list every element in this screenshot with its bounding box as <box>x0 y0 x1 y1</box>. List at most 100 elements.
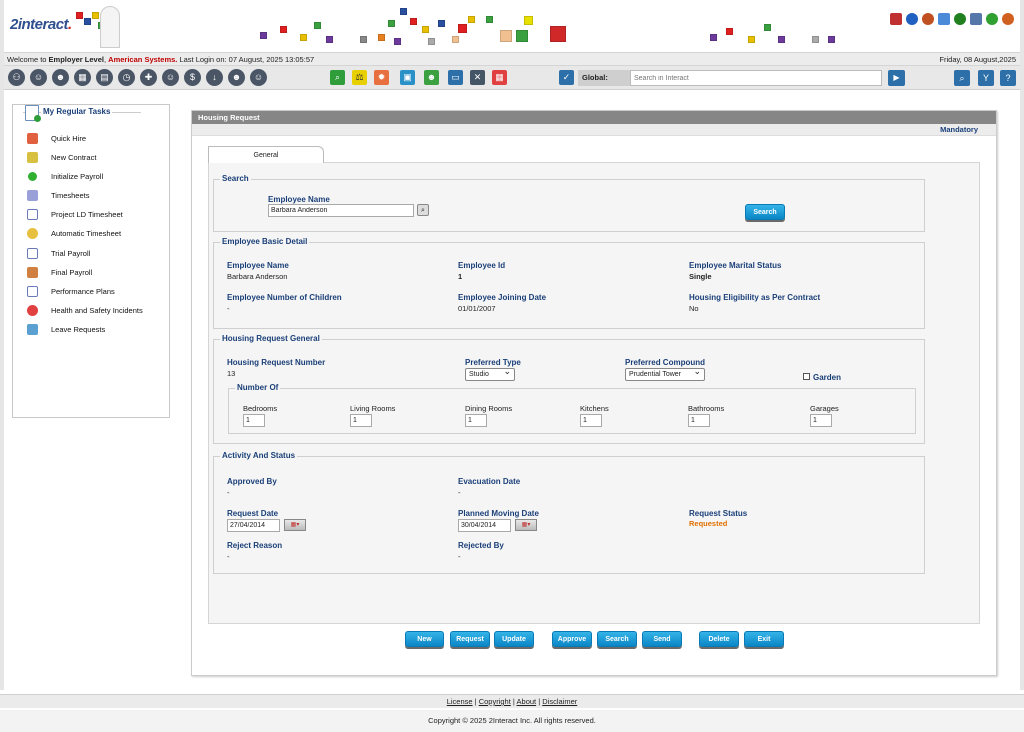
main-toolbar: ⚇ ☺ ☻ ▦ ▤ ◷ ✚ ☺ $ ↓ ☻ ☺ ⌕ ⚖ ✹ ▣ ☻ ▭ ✕ ▦ … <box>4 66 1020 90</box>
search-button[interactable]: Search <box>597 631 637 647</box>
grid-icon[interactable]: ▦ <box>492 70 507 85</box>
tasks-clipboard-icon <box>25 105 41 122</box>
filter-icon[interactable]: Y <box>978 70 994 86</box>
people-icon[interactable]: ☺ <box>30 69 47 86</box>
user-icon[interactable] <box>922 13 934 25</box>
request-status-label: Request Status <box>689 509 748 518</box>
mail-icon[interactable] <box>938 13 950 25</box>
medical-icon[interactable]: ✚ <box>140 69 157 86</box>
company-name: American Systems. <box>108 55 178 64</box>
tools-icon[interactable]: ✕ <box>470 70 485 85</box>
about-link[interactable]: About <box>517 697 537 706</box>
logout-icon[interactable] <box>1002 13 1014 25</box>
delete-button[interactable]: Delete <box>699 631 739 647</box>
kitchens-label: Kitchens <box>580 404 609 413</box>
tab-general[interactable]: General <box>208 146 324 163</box>
calendar-icon[interactable]: ▦ <box>74 69 91 86</box>
preferred-compound-select[interactable]: Prudential Tower <box>625 366 705 381</box>
request-date-input[interactable] <box>227 519 280 532</box>
user-add-icon[interactable]: ☻ <box>424 70 439 85</box>
task-timesheets[interactable]: Timesheets <box>27 190 167 202</box>
logo-head-silhouette <box>100 6 120 48</box>
garden-checkbox[interactable] <box>803 373 810 380</box>
global-search-input[interactable] <box>630 70 882 86</box>
request-number-value: 13 <box>227 369 236 378</box>
banner-square <box>524 16 533 25</box>
task-final-payroll[interactable]: Final Payroll <box>27 267 167 279</box>
globe-icon[interactable] <box>954 13 966 25</box>
page-border-right <box>1020 0 1024 690</box>
family-icon[interactable]: ☺ <box>162 69 179 86</box>
employee-icon[interactable]: ☻ <box>52 69 69 86</box>
global-search-checkbox[interactable]: ✓ <box>559 70 574 85</box>
computer-icon[interactable] <box>970 13 982 25</box>
info-icon[interactable]: ? <box>1000 70 1016 86</box>
org-chart-icon[interactable]: ⚇ <box>8 69 25 86</box>
bathrooms-label: Bathrooms <box>688 404 725 413</box>
task-leave-requests[interactable]: Leave Requests <box>27 324 167 336</box>
id-card-icon[interactable]: ▤ <box>96 69 113 86</box>
download-icon[interactable]: ↓ <box>206 69 223 86</box>
moving-date-calendar-icon[interactable]: ▦▾ <box>515 519 537 531</box>
search-employee-name-label: Employee Name <box>268 195 330 204</box>
task-project-ld-timesheet[interactable]: Project LD Timesheet <box>27 209 167 221</box>
scales-icon[interactable]: ⚖ <box>352 70 367 85</box>
bedrooms-input[interactable] <box>243 414 265 427</box>
task-health-safety[interactable]: Health and Safety Incidents <box>27 305 167 317</box>
task-automatic-timesheet[interactable]: Automatic Timesheet <box>27 228 167 240</box>
housing-request-panel: Housing Request Mandatory General Search… <box>191 110 997 676</box>
request-button[interactable]: Request <box>450 631 490 647</box>
search-tool-icon[interactable]: ⌕ <box>330 70 345 85</box>
task-new-contract[interactable]: New Contract <box>27 152 167 164</box>
exit-button[interactable]: Exit <box>744 631 784 647</box>
help-icon[interactable] <box>986 13 998 25</box>
leave-requests-icon <box>27 324 38 335</box>
home-icon[interactable] <box>890 13 902 25</box>
task-performance-plans[interactable]: Performance Plans <box>27 286 167 298</box>
search-employee-name-input[interactable] <box>268 204 414 217</box>
app-logo[interactable]: 2interact. <box>10 16 72 33</box>
payroll-icon[interactable]: $ <box>184 69 201 86</box>
user-settings-icon[interactable]: ☺ <box>250 69 267 86</box>
attendance-icon[interactable]: ◷ <box>118 69 135 86</box>
banner-square <box>300 34 307 41</box>
bathrooms-input[interactable] <box>688 414 710 427</box>
garages-input[interactable] <box>810 414 832 427</box>
task-initialize-payroll[interactable]: Initialize Payroll <box>27 171 167 183</box>
print-icon[interactable]: ▣ <box>400 70 415 85</box>
employee-search-button[interactable]: Search <box>745 204 785 220</box>
global-search-go-button[interactable]: ▶ <box>888 70 905 86</box>
living-rooms-input[interactable] <box>350 414 372 427</box>
welcome-bar: Welcome to Employer Level, American Syst… <box>4 52 1020 66</box>
preferred-type-select[interactable]: Studio <box>465 366 515 381</box>
banner-square <box>394 38 401 45</box>
refresh-icon[interactable] <box>906 13 918 25</box>
update-button[interactable]: Update <box>494 631 534 647</box>
planned-moving-date-label: Planned Moving Date <box>458 509 539 518</box>
presentation-icon[interactable]: ▭ <box>448 70 463 85</box>
banner-square <box>314 22 321 29</box>
banner-square <box>710 34 717 41</box>
banner-square <box>260 32 267 39</box>
task-trial-payroll[interactable]: Trial Payroll <box>27 248 167 260</box>
team-icon[interactable]: ☻ <box>228 69 245 86</box>
send-button[interactable]: Send <box>642 631 682 647</box>
initialize-payroll-icon <box>28 172 37 181</box>
zoom-icon[interactable]: ⌕ <box>954 70 970 86</box>
planned-moving-date-input[interactable] <box>458 519 511 532</box>
footer-links: License | Copyright | About | Disclaimer <box>0 694 1024 708</box>
disclaimer-link[interactable]: Disclaimer <box>542 697 577 706</box>
employee-lookup-button[interactable]: ⌕ <box>417 204 429 216</box>
evacuation-date-value: - <box>458 488 461 497</box>
settings-icon[interactable]: ✹ <box>374 70 389 85</box>
task-quick-hire[interactable]: Quick Hire <box>27 133 167 145</box>
request-date-calendar-icon[interactable]: ▦▾ <box>284 519 306 531</box>
employee-id-value: 1 <box>458 272 463 281</box>
new-button[interactable]: New <box>405 631 444 647</box>
approve-button[interactable]: Approve <box>552 631 592 647</box>
kitchens-input[interactable] <box>580 414 602 427</box>
license-link[interactable]: License <box>447 697 473 706</box>
banner-square <box>468 16 475 23</box>
dining-rooms-input[interactable] <box>465 414 487 427</box>
copyright-link[interactable]: Copyright <box>479 697 511 706</box>
